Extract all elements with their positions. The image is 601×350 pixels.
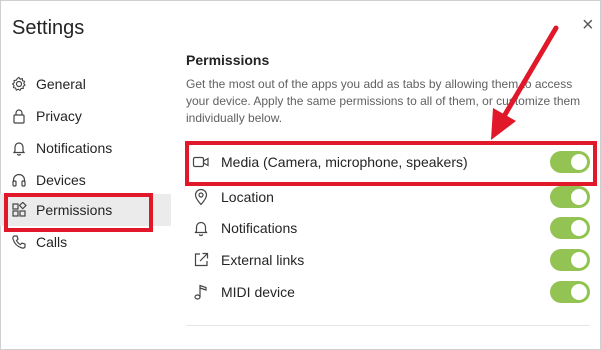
annotation-arrow-icon bbox=[491, 25, 559, 140]
